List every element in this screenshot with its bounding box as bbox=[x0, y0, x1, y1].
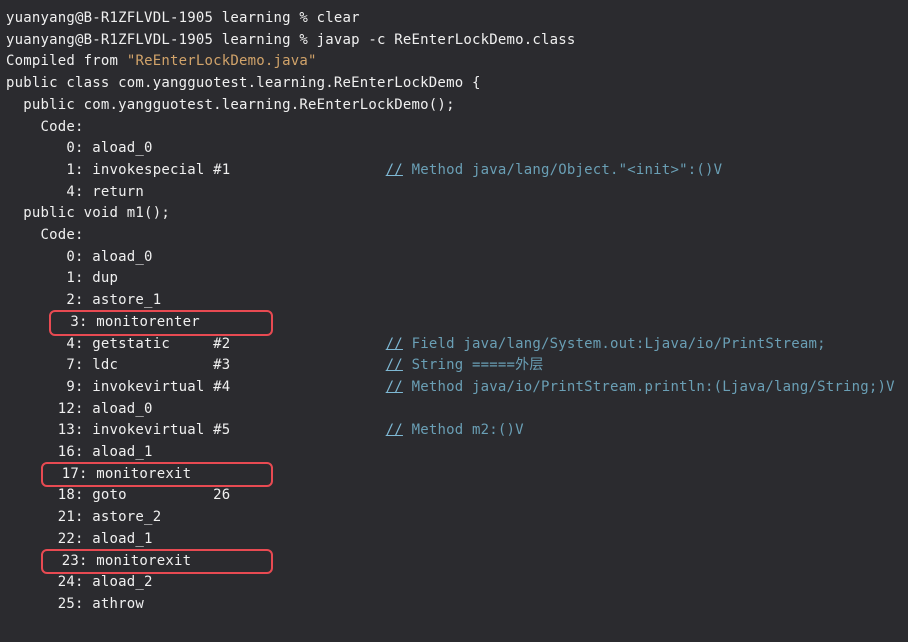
terminal-line: yuanyang@B-R1ZFLVDL-1905 learning % java… bbox=[6, 30, 902, 52]
code-text: 1: invokespecial #1 bbox=[6, 162, 386, 178]
code-text: 0: aload_0 bbox=[6, 140, 153, 156]
terminal-line: 4: return bbox=[6, 182, 902, 204]
terminal-line: 13: invokevirtual #5 // Method m2:()V bbox=[6, 420, 902, 442]
terminal-line: 21: astore_2 bbox=[6, 507, 902, 529]
highlighted-instruction: 23: monitorexit bbox=[41, 549, 273, 575]
terminal-line: public void m1(); bbox=[6, 203, 902, 225]
comment-slashes: // bbox=[386, 336, 403, 352]
code-text: public com.yangguotest.learning.ReEnterL… bbox=[6, 97, 455, 113]
comment-slashes: // bbox=[386, 357, 403, 373]
comment-slashes: // bbox=[386, 379, 403, 395]
code-text: 0: aload_0 bbox=[6, 249, 153, 265]
terminal-line: 4: getstatic #2 // Field java/lang/Syste… bbox=[6, 334, 902, 356]
code-text: 9: invokevirtual #4 bbox=[6, 379, 386, 395]
code-text: public class com.yangguotest.learning.Re… bbox=[6, 75, 481, 91]
terminal-line: Compiled from "ReEnterLockDemo.java" bbox=[6, 51, 902, 73]
code-text: 21: astore_2 bbox=[6, 509, 161, 525]
terminal-line: public com.yangguotest.learning.ReEnterL… bbox=[6, 95, 902, 117]
indent bbox=[6, 466, 41, 482]
code-text: 4: return bbox=[6, 184, 144, 200]
code-text: 25: athrow bbox=[6, 596, 144, 612]
terminal-line: 24: aload_2 bbox=[6, 572, 902, 594]
terminal-line: Code: bbox=[6, 225, 902, 247]
code-text: Code: bbox=[6, 119, 84, 135]
comment-text: String =====外层 bbox=[412, 357, 544, 373]
highlighted-instruction: 3: monitorenter bbox=[49, 310, 273, 336]
terminal-line: 3: monitorenter bbox=[6, 312, 902, 334]
highlighted-instruction: 17: monitorexit bbox=[41, 462, 273, 488]
terminal-output: yuanyang@B-R1ZFLVDL-1905 learning % clea… bbox=[6, 8, 902, 616]
comment-slashes: // bbox=[386, 162, 403, 178]
terminal-line: 7: ldc #3 // String =====外层 bbox=[6, 355, 902, 377]
terminal-line: 22: aload_1 bbox=[6, 529, 902, 551]
terminal-line: 23: monitorexit bbox=[6, 551, 902, 573]
code-text: yuanyang@B-R1ZFLVDL-1905 learning % clea… bbox=[6, 10, 360, 26]
terminal-line: 1: invokespecial #1 // Method java/lang/… bbox=[6, 160, 902, 182]
indent bbox=[6, 553, 41, 569]
indent bbox=[6, 314, 49, 330]
code-text: Compiled from bbox=[6, 53, 127, 69]
comment-text: Method m2:()V bbox=[412, 422, 524, 438]
code-text: yuanyang@B-R1ZFLVDL-1905 learning % java… bbox=[6, 32, 576, 48]
code-text: 2: astore_1 bbox=[6, 292, 161, 308]
terminal-line: 12: aload_0 bbox=[6, 399, 902, 421]
terminal-line: 25: athrow bbox=[6, 594, 902, 616]
string-literal: "ReEnterLockDemo.java" bbox=[127, 53, 317, 69]
code-text: 16: aload_1 bbox=[6, 444, 153, 460]
code-text: 22: aload_1 bbox=[6, 531, 153, 547]
terminal-line: 0: aload_0 bbox=[6, 247, 902, 269]
terminal-line: 17: monitorexit bbox=[6, 464, 902, 486]
comment-text: Method java/io/PrintStream.println:(Ljav… bbox=[412, 379, 895, 395]
terminal-line: yuanyang@B-R1ZFLVDL-1905 learning % clea… bbox=[6, 8, 902, 30]
terminal-line: Code: bbox=[6, 117, 902, 139]
code-text: public void m1(); bbox=[6, 205, 170, 221]
comment-slashes: // bbox=[386, 422, 403, 438]
terminal-line: public class com.yangguotest.learning.Re… bbox=[6, 73, 902, 95]
terminal-line: 18: goto 26 bbox=[6, 485, 902, 507]
terminal-line: 2: astore_1 bbox=[6, 290, 902, 312]
comment-text: Method java/lang/Object."<init>":()V bbox=[412, 162, 723, 178]
code-text: 18: goto 26 bbox=[6, 487, 230, 503]
comment-text: Field java/lang/System.out:Ljava/io/Prin… bbox=[412, 336, 826, 352]
code-text: 1: dup bbox=[6, 270, 118, 286]
code-text: 7: ldc #3 bbox=[6, 357, 386, 373]
terminal-line: 1: dup bbox=[6, 268, 902, 290]
terminal-line: 9: invokevirtual #4 // Method java/io/Pr… bbox=[6, 377, 902, 399]
terminal-line: 16: aload_1 bbox=[6, 442, 902, 464]
code-text: 13: invokevirtual #5 bbox=[6, 422, 386, 438]
code-text: 4: getstatic #2 bbox=[6, 336, 386, 352]
terminal-line: 0: aload_0 bbox=[6, 138, 902, 160]
code-text: Code: bbox=[6, 227, 84, 243]
code-text: 12: aload_0 bbox=[6, 401, 153, 417]
code-text: 24: aload_2 bbox=[6, 574, 153, 590]
